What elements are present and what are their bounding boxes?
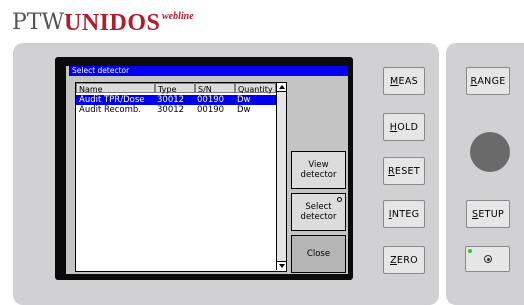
column-header-quantity[interactable]: Quantity	[235, 83, 276, 94]
select-detector-label: Select detector	[300, 202, 337, 222]
brand-product: UNIDOS	[64, 10, 161, 36]
detector-sn: 00190	[197, 95, 225, 105]
range-key[interactable]: R ANGE	[466, 67, 510, 95]
meas-key[interactable]: M EAS	[383, 67, 425, 95]
list-header: Name Type S/N Quantity	[76, 83, 276, 94]
detector-type: 30012	[157, 95, 185, 105]
detector-quantity: Dw	[237, 95, 251, 105]
list-scrollbar[interactable]	[276, 83, 286, 270]
selection-indicator-icon	[337, 197, 342, 202]
hold-key[interactable]: H OLD	[383, 113, 425, 141]
hold-key-mnemonic: H	[389, 121, 398, 133]
select-detector-button[interactable]: Select detector	[291, 193, 346, 231]
power-button[interactable]	[465, 246, 510, 272]
list-item[interactable]: Audit Recomb. 30012 00190 Dw	[76, 105, 276, 115]
view-detector-button[interactable]: View detector	[291, 151, 346, 189]
column-header-name[interactable]: Name	[76, 83, 155, 94]
arrow-down-icon	[278, 264, 285, 268]
arrow-up-icon	[278, 85, 285, 89]
dialog-title: Select detector	[69, 66, 348, 76]
zero-key[interactable]: Z ERO	[383, 246, 425, 274]
detector-name: Audit Recomb.	[79, 105, 141, 115]
detector-sn: 00190	[197, 105, 225, 115]
detector-type: 30012	[157, 105, 185, 115]
reset-key-label: ESET	[394, 165, 420, 177]
integ-key-label: NTEG	[391, 208, 420, 220]
integ-key[interactable]: I NTEG	[383, 200, 425, 228]
reset-key[interactable]: R ESET	[383, 157, 425, 185]
scroll-down-button[interactable]	[277, 261, 286, 270]
detector-list[interactable]: Name Type S/N Quantity Audit TPR/Dose 30…	[75, 82, 287, 272]
zero-key-mnemonic: Z	[390, 254, 397, 266]
detector-quantity: Dw	[237, 105, 251, 115]
meas-key-mnemonic: M	[390, 75, 399, 87]
scroll-up-button[interactable]	[277, 83, 286, 92]
column-header-type[interactable]: Type	[155, 83, 195, 94]
hold-key-label: OLD	[397, 121, 419, 133]
brand-edition: webline	[162, 11, 194, 22]
detector-name: Audit TPR/Dose	[79, 95, 145, 105]
power-icon	[484, 255, 492, 263]
setup-key-label: ETUP	[478, 208, 505, 220]
column-header-sn[interactable]: S/N	[195, 83, 235, 94]
close-button[interactable]: Close	[291, 235, 346, 273]
power-led-icon	[468, 249, 472, 253]
reset-key-mnemonic: R	[388, 165, 395, 177]
zero-key-label: ERO	[396, 254, 418, 266]
list-item[interactable]: Audit TPR/Dose 30012 00190 Dw	[76, 95, 276, 105]
meas-key-label: EAS	[398, 75, 418, 87]
rotary-knob[interactable]	[470, 132, 510, 172]
range-key-mnemonic: R	[470, 75, 478, 87]
brand-ptw: PTW	[12, 10, 65, 35]
range-key-label: ANGE	[477, 75, 506, 87]
setup-key[interactable]: S ETUP	[466, 200, 510, 228]
